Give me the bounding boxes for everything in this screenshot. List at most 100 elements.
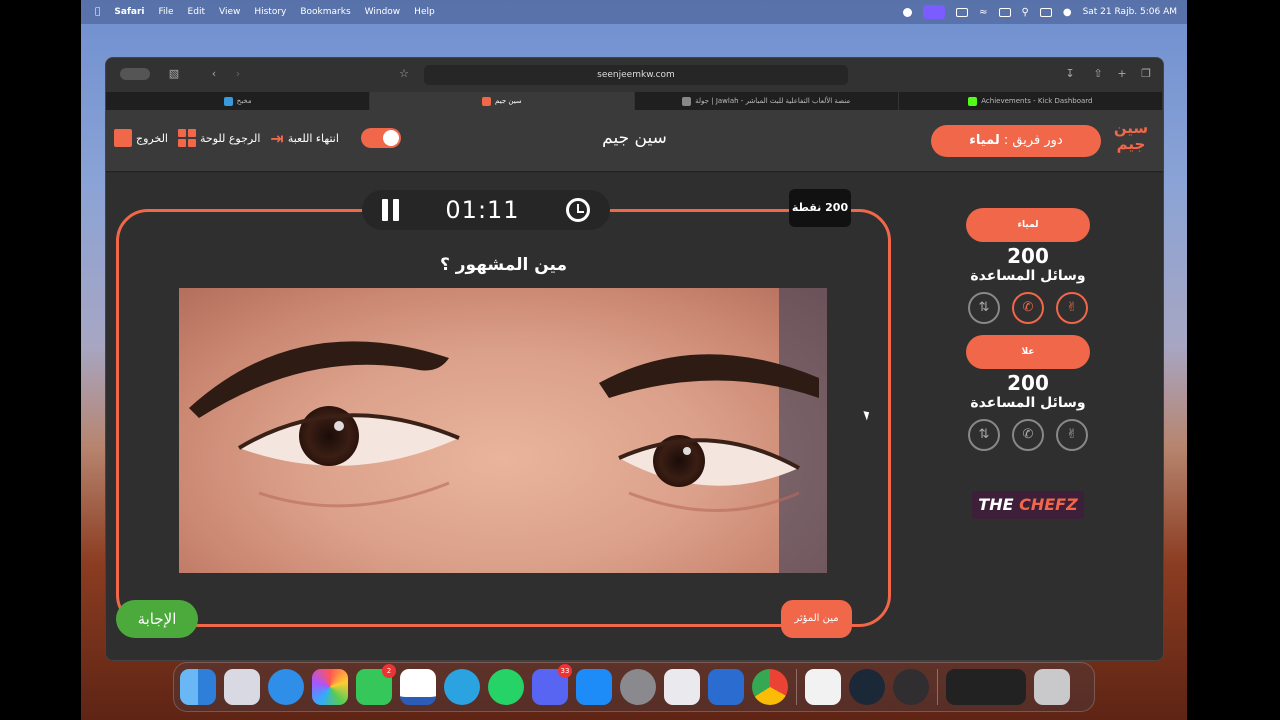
restart-icon[interactable] xyxy=(565,198,590,222)
tab-1[interactable]: مخبخ xyxy=(106,92,371,110)
answer-button[interactable]: الإجابة xyxy=(116,600,198,638)
back-arrow-icon[interactable]: ‹ xyxy=(208,68,220,80)
aids-label: وسائل المساعدة xyxy=(970,395,1086,411)
team-name-pill[interactable]: علا xyxy=(966,335,1090,369)
tab-3[interactable]: جولة | Jawlah - منصة الألعاب التفاعلية ل… xyxy=(635,92,899,110)
iphone-mirroring-icon[interactable] xyxy=(664,669,700,705)
trash-icon[interactable] xyxy=(1034,669,1070,705)
team-name-pill[interactable]: لمياء xyxy=(966,208,1090,242)
bookmark-star-icon[interactable]: ☆ xyxy=(398,68,410,80)
steam-icon[interactable] xyxy=(849,669,885,705)
team-score: 200 xyxy=(1007,244,1049,268)
question-image xyxy=(179,288,827,573)
menu-app-name[interactable]: Safari xyxy=(114,7,144,17)
timer-bar: 01:11 xyxy=(362,190,610,230)
points-badge: 200 نقطة xyxy=(789,189,851,227)
whatsapp-icon[interactable] xyxy=(488,669,524,705)
search-icon[interactable]: ⚲ xyxy=(1022,7,1029,18)
sponsor-logo: THE CHEFZ xyxy=(972,491,1084,519)
screen:  Safari File Edit View History Bookmark… xyxy=(0,0,1280,720)
tab-favicon-icon xyxy=(968,96,978,106)
phone-icon[interactable]: ✆ xyxy=(1012,419,1044,451)
photos-icon[interactable] xyxy=(312,669,348,705)
apple-icon[interactable]:  xyxy=(95,7,100,17)
question-text: مين المشهور ؟ xyxy=(439,255,568,275)
status-dot-icon[interactable] xyxy=(903,7,913,17)
facetime-icon[interactable]: 2 xyxy=(356,664,396,705)
pause-icon[interactable] xyxy=(382,199,399,221)
tab-title: مخبخ xyxy=(236,97,252,105)
menu-file[interactable]: File xyxy=(158,7,173,17)
dock-separator xyxy=(796,669,797,705)
control-center-icon[interactable] xyxy=(1039,7,1052,17)
screen-record-icon[interactable] xyxy=(923,5,946,19)
menu-bar:  Safari File Edit View History Bookmark… xyxy=(81,0,1187,24)
menu-clock[interactable]: Sat 21 Rajb. 5:06 AM xyxy=(1083,7,1177,17)
team-card-1: لمياء 200 وسائل المساعدة ⇅ ✆ ✌ xyxy=(966,208,1090,324)
menu-edit[interactable]: Edit xyxy=(188,7,205,17)
browser-toolbar: ▧ ‹ › ☆ seenjeemkw.com ↧ ⇧ + ❐ xyxy=(106,58,1163,92)
logo[interactable]: سين جيم xyxy=(1109,120,1153,160)
tab-favicon-icon xyxy=(682,96,692,106)
tab-title: سين جيم xyxy=(495,97,522,105)
word-icon[interactable] xyxy=(400,669,436,705)
swap-icon[interactable]: ⇅ xyxy=(968,292,1000,324)
discord-badge: 33 xyxy=(558,664,572,678)
dock-separator xyxy=(937,669,938,705)
chrome-icon[interactable] xyxy=(752,669,788,705)
battery-icon[interactable] xyxy=(956,7,969,17)
sidebar-toggle-icon[interactable] xyxy=(120,68,150,80)
share-icon[interactable]: ⇧ xyxy=(1092,68,1104,80)
discord-icon[interactable]: 33 xyxy=(532,664,572,705)
turn-team: لمياء xyxy=(969,133,1000,148)
team-score: 200 xyxy=(1007,371,1049,395)
remote-desktop-icon[interactable] xyxy=(708,669,744,705)
team-card-2: علا 200 وسائل المساعدة ⇅ ✆ ✌ xyxy=(966,335,1090,451)
siri-icon[interactable]: ● xyxy=(1063,7,1072,18)
sidebar-icon[interactable]: ▧ xyxy=(168,68,180,80)
launchpad-icon[interactable] xyxy=(224,669,260,705)
finder-icon[interactable] xyxy=(180,669,216,705)
menu-bookmarks[interactable]: Bookmarks xyxy=(300,7,350,17)
messages-badge: 2 xyxy=(382,664,396,678)
turn-indicator: دور فريق : لمياء xyxy=(931,125,1101,157)
tab-title: جولة | Jawlah - منصة الألعاب التفاعلية ل… xyxy=(695,97,851,105)
system-settings-icon[interactable] xyxy=(620,669,656,705)
swap-icon[interactable]: ⇅ xyxy=(968,419,1000,451)
tab-overview-icon[interactable]: ❐ xyxy=(1140,68,1152,80)
menu-help[interactable]: Help xyxy=(414,7,435,17)
minimized-windows-icon[interactable] xyxy=(946,669,1026,705)
tab-bar: مخبخ سين جيم جولة | Jawlah - منصة الألعا… xyxy=(106,92,1163,110)
game-body: 01:11 200 نقطة مين المشهور ؟ الإجابة مين… xyxy=(106,173,1163,660)
aid-row: ⇅ ✆ ✌ xyxy=(966,292,1090,324)
sponsor-part1: THE xyxy=(978,495,1020,514)
aids-label: وسائل المساعدة xyxy=(970,268,1086,284)
address-bar[interactable]: seenjeemkw.com xyxy=(424,65,848,85)
menu-window[interactable]: Window xyxy=(365,7,401,17)
turn-label: دور فريق : xyxy=(1003,133,1063,148)
browser-window: ▧ ‹ › ☆ seenjeemkw.com ↧ ⇧ + ❐ مخبخ سين … xyxy=(105,57,1164,661)
download-icon[interactable]: ↧ xyxy=(1064,68,1076,80)
app-store-icon[interactable] xyxy=(576,669,612,705)
menu-history[interactable]: History xyxy=(254,7,286,17)
menu-view[interactable]: View xyxy=(219,7,240,17)
hand-icon[interactable]: ✌ xyxy=(1056,419,1088,451)
keyboard-icon[interactable] xyxy=(998,7,1011,17)
obs-icon[interactable] xyxy=(893,669,929,705)
wifi-icon[interactable]: ≈ xyxy=(979,7,987,18)
app-utility-icon[interactable] xyxy=(805,669,841,705)
tab-favicon-icon xyxy=(482,96,492,106)
forward-arrow-icon[interactable]: › xyxy=(232,68,244,80)
safari-icon[interactable] xyxy=(268,669,304,705)
telegram-icon[interactable] xyxy=(444,669,480,705)
tab-4[interactable]: Achievements - Kick Dashboard xyxy=(899,92,1163,110)
new-tab-icon[interactable]: + xyxy=(1116,68,1128,80)
dock: 2 33 xyxy=(173,662,1095,712)
tab-title: Achievements - Kick Dashboard xyxy=(981,97,1093,105)
phone-icon[interactable]: ✆ xyxy=(1012,292,1044,324)
tab-2[interactable]: سين جيم xyxy=(370,92,635,110)
hand-icon[interactable]: ✌ xyxy=(1056,292,1088,324)
aid-row: ⇅ ✆ ✌ xyxy=(966,419,1090,451)
influencer-button[interactable]: مين المؤثر xyxy=(781,600,852,638)
tab-favicon-icon xyxy=(223,96,233,106)
